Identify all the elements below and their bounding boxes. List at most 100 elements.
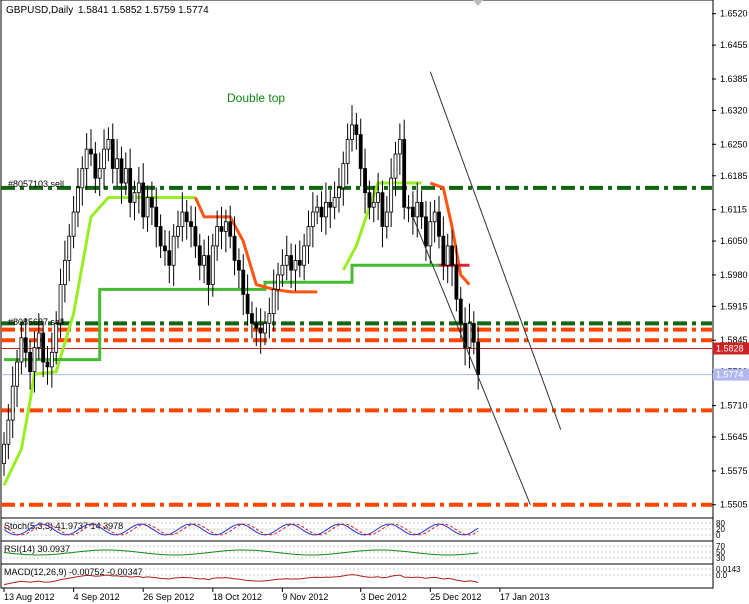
candle-body-81	[354, 124, 359, 136]
candle-body-84	[367, 192, 372, 208]
candle-body-4	[19, 337, 24, 363]
candle-body-0	[2, 443, 6, 465]
candle-body-92	[402, 139, 407, 208]
candle-body-25	[110, 139, 115, 169]
candle-body-68	[297, 260, 302, 266]
x-tick-label-6: 25 Dec 2012	[430, 592, 481, 602]
candle-body-9	[41, 332, 46, 363]
plot-area	[0, 0, 714, 519]
candle-body-108	[471, 322, 476, 343]
x-axis: 13 Aug 2012 4 Sep 2012 26 Sep 2012 18 Oct 2…	[3, 588, 550, 602]
candle-body-78	[341, 163, 346, 189]
candle-body-86	[376, 192, 381, 203]
y-tick-label-0: 1.6520	[720, 9, 748, 19]
candle-body-6	[28, 351, 33, 373]
candle-body-60	[263, 322, 267, 334]
x-tick-label-7: 17 Jan 2013	[500, 592, 550, 602]
candle-body-105	[458, 298, 463, 324]
candle-body-91	[397, 139, 402, 155]
candle-body-14	[63, 260, 67, 286]
candle-body-107	[467, 322, 472, 348]
y-tick-label-5: 1.6185	[720, 171, 748, 181]
y-tick-label-8: 1.5980	[720, 270, 748, 280]
y-tick-label-9: 1.5915	[720, 301, 748, 311]
candle-body-36	[158, 226, 163, 247]
subwindow-level-label-2-1: 0.0	[716, 571, 728, 580]
candle-body-35	[154, 206, 159, 227]
candle-body-88	[384, 211, 389, 227]
candle-body-103	[450, 245, 454, 266]
y-tick-label-1: 1.6455	[720, 40, 748, 50]
candle-body-49	[215, 226, 220, 247]
candle-body-32	[141, 182, 146, 218]
candle-body-21	[93, 153, 98, 179]
candle-body-39	[171, 235, 176, 266]
x-tick-label-1: 4 Sep 2012	[74, 592, 120, 602]
candle-body-19	[84, 148, 89, 169]
candle-body-70	[306, 226, 311, 247]
candle-body-17	[76, 187, 80, 213]
candle-body-74	[323, 201, 328, 218]
candle-body-66	[289, 255, 294, 271]
candle-body-34	[149, 197, 154, 208]
candle-body-82	[358, 134, 363, 169]
candle-body-11	[49, 351, 54, 368]
candle-body-73	[319, 206, 324, 218]
subwindow-title-2: MACD(12,26,9) -0.00752 -0.00347	[4, 567, 143, 577]
candle-body-58	[254, 322, 259, 329]
candle-body-61	[267, 313, 272, 324]
candle-body-26	[115, 158, 119, 169]
candle-body-63	[276, 274, 280, 290]
y-tick-label-2: 1.6385	[720, 74, 748, 84]
candle-body-89	[389, 177, 394, 213]
candle-body-47	[206, 255, 211, 286]
x-tick-label-4: 9 Nov 2012	[282, 592, 328, 602]
candle-body-93	[406, 206, 411, 209]
candle-body-1	[6, 419, 11, 445]
price-chart: 1.6520 1.6455 1.6385 1.6320 1.6250 1.6185 1.61…	[0, 0, 749, 602]
candle-body-98	[428, 221, 433, 247]
candle-body-7	[32, 347, 37, 373]
candle-body-97	[424, 216, 428, 247]
candle-body-55	[241, 269, 246, 295]
candle-body-43	[189, 221, 193, 227]
candle-body-101	[441, 235, 446, 266]
candle-body-12	[54, 322, 59, 353]
candle-body-69	[302, 245, 307, 266]
pattern-annotation: Double top	[227, 91, 285, 105]
candle-body-51	[223, 221, 228, 232]
candle-body-72	[315, 206, 320, 213]
candle-body-53	[232, 235, 237, 261]
candle-body-37	[163, 245, 167, 252]
y-tick-label-4: 1.6250	[720, 139, 748, 149]
candle-body-48	[210, 245, 215, 286]
x-tick-label-3: 18 Oct 2012	[213, 592, 262, 602]
candle-body-85	[371, 201, 376, 208]
y-axis: 1.6520 1.6455 1.6385 1.6320 1.6250 1.6185 1.61…	[712, 9, 749, 510]
candle-body-104	[454, 264, 459, 300]
y-tick-label-6: 1.6115	[720, 205, 747, 215]
y-tick-label-15: 1.5505	[720, 500, 748, 510]
candle-body-65	[284, 255, 289, 266]
candle-body-44	[193, 226, 198, 247]
candle-body-99	[432, 211, 437, 223]
candle-body-24	[106, 139, 111, 150]
candle-body-56	[245, 293, 250, 315]
y-tick-label-7: 1.6050	[720, 236, 748, 246]
candle-body-100	[437, 211, 441, 237]
candle-body-8	[36, 332, 41, 348]
candle-body-31	[136, 182, 141, 194]
candle-body-30	[132, 192, 137, 203]
candle-body-27	[119, 158, 124, 184]
candle-body-83	[363, 168, 367, 194]
candle-body-5	[23, 337, 28, 353]
candle-body-87	[380, 192, 385, 227]
subwindow-title-0: Stoch(5,3,3) 41.9737 14.3978	[4, 521, 123, 531]
candle-body-2	[10, 385, 15, 421]
price-tag-label-0: 1.5828	[716, 343, 744, 353]
candle-body-15	[67, 235, 72, 261]
x-tick-label-5: 3 Dec 2012	[361, 592, 407, 602]
order-label-2: #8085687 sell	[8, 317, 64, 327]
candle-body-96	[419, 201, 424, 218]
chart-header-ohlc: 1.5841 1.5852 1.5759 1.5774	[78, 5, 209, 16]
